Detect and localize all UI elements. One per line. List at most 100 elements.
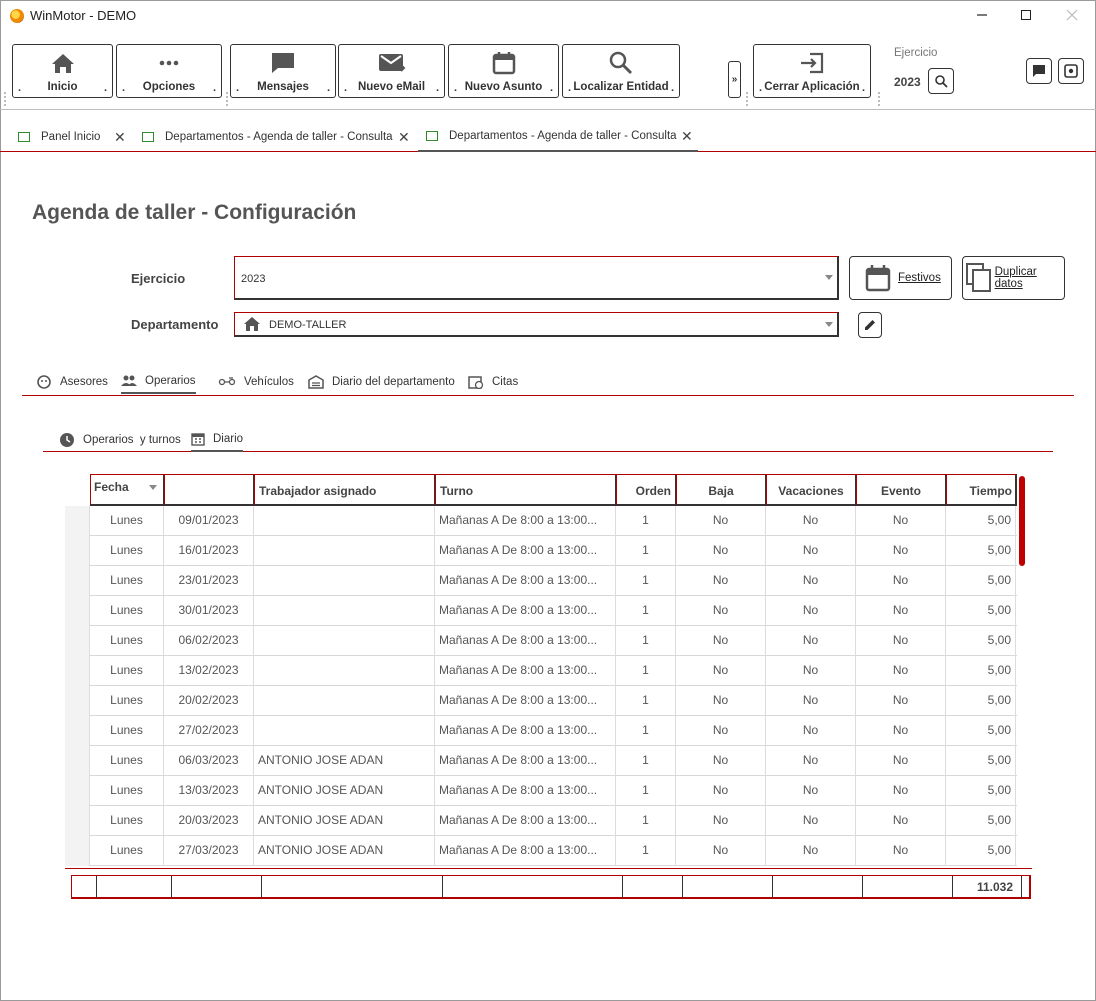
cell-evento: No <box>856 626 946 656</box>
cell-evento: No <box>856 836 946 866</box>
close-tab-icon[interactable]: ✕ <box>114 129 126 146</box>
nuevo-email-button[interactable]: Nuevo eMail .. <box>338 44 445 98</box>
column-header-fecha[interactable]: Fecha <box>90 474 165 506</box>
maximize-button[interactable] <box>1012 4 1040 26</box>
cell-fecha: 30/01/2023 <box>164 596 254 626</box>
column-header-trabajador[interactable]: Trabajador asignado <box>254 474 436 506</box>
table-row[interactable]: Lunes 06/03/2023 ANTONIO JOSE ADAN Mañanas … <box>65 746 1017 776</box>
row-selector[interactable] <box>65 566 90 596</box>
summary-cell <box>623 876 683 898</box>
tab-citas[interactable]: Citas <box>468 370 518 394</box>
localizar-entidad-button[interactable]: Localizar Entidad .. <box>562 44 680 98</box>
row-selector[interactable] <box>65 656 90 686</box>
table-row[interactable]: Lunes 20/02/2023 Mañanas A De 8:00 a 13:00… <box>65 686 1017 716</box>
table-row[interactable]: Lunes 09/01/2023 Mañanas A De 8:00 a 13:00… <box>65 506 1017 536</box>
warehouse-icon <box>308 375 324 389</box>
column-header-tiempo[interactable]: Tiempo <box>946 474 1017 506</box>
dot-mark: . <box>568 82 572 94</box>
toolbar-grip[interactable] <box>4 92 6 106</box>
cell-tiempo: 5,00 <box>946 566 1016 596</box>
grid-scrollbar[interactable] <box>1019 476 1025 566</box>
ribbon-expander-button[interactable]: » <box>728 61 741 98</box>
row-selector[interactable] <box>65 776 90 806</box>
cell-turno: Mañanas A De 8:00 a 13:00... <box>435 596 616 626</box>
car-icon <box>218 376 236 388</box>
home-icon <box>50 51 76 75</box>
mensajes-button[interactable]: Mensajes .. <box>230 44 336 98</box>
toolbar-grip[interactable] <box>226 92 228 106</box>
tab-agenda-consulta-1[interactable]: Departamentos - Agenda de taller - Consu… <box>142 122 412 152</box>
minimize-icon <box>977 14 987 16</box>
cerrar-aplicacion-button[interactable]: Cerrar Aplicación .. <box>753 44 871 98</box>
table-row[interactable]: Lunes 27/03/2023 ANTONIO JOSE ADAN Mañanas … <box>65 836 1017 866</box>
toolbar-grip[interactable] <box>746 92 748 106</box>
minimize-button[interactable] <box>968 4 996 26</box>
row-selector[interactable] <box>65 746 90 776</box>
table-row[interactable]: Lunes 13/02/2023 Mañanas A De 8:00 a 13:00… <box>65 656 1017 686</box>
opciones-button[interactable]: Opciones .. <box>116 44 222 98</box>
inicio-button[interactable]: Inicio .. <box>12 44 113 98</box>
cell-baja: No <box>676 626 766 656</box>
column-header-orden[interactable]: Orden <box>616 474 677 506</box>
row-selector[interactable] <box>65 806 90 836</box>
row-selector[interactable] <box>65 716 90 746</box>
cell-turno: Mañanas A De 8:00 a 13:00... <box>435 536 616 566</box>
cell-tiempo: 5,00 <box>946 746 1016 776</box>
festivos-button[interactable]: Festivos <box>849 256 952 300</box>
cell-evento: No <box>856 656 946 686</box>
column-header-vacaciones[interactable]: Vacaciones <box>766 474 857 506</box>
departamento-select[interactable]: DEMO-TALLER <box>234 312 839 337</box>
tab-diario[interactable]: Diario <box>191 428 244 452</box>
table-row[interactable]: Lunes 06/02/2023 Mañanas A De 8:00 a 13:00… <box>65 626 1017 656</box>
dot-mark: . <box>18 82 22 94</box>
tab-panel-inicio[interactable]: Panel Inicio ✕ <box>18 122 128 152</box>
toolbar-grip[interactable] <box>878 92 880 106</box>
table-row[interactable]: Lunes 27/02/2023 Mañanas A De 8:00 a 13:00… <box>65 716 1017 746</box>
column-header-fecha-date[interactable] <box>164 474 255 506</box>
ejercicio-label: Ejercicio <box>131 271 186 286</box>
tab-operarios[interactable]: Operarios <box>121 370 196 394</box>
ejercicio-search-button[interactable] <box>928 68 954 94</box>
cell-tiempo: 5,00 <box>946 506 1016 536</box>
pencil-icon <box>865 320 875 330</box>
close-tab-icon[interactable]: ✕ <box>681 128 693 145</box>
ejercicio-select[interactable]: 2023 <box>234 256 839 300</box>
cell-evento: No <box>856 536 946 566</box>
tab-operarios-turnos[interactable]: Operarios y turnos <box>59 428 181 452</box>
table-row[interactable]: Lunes 16/01/2023 Mañanas A De 8:00 a 13:00… <box>65 536 1017 566</box>
duplicar-datos-button[interactable]: Duplicar datos <box>962 256 1065 300</box>
table-row[interactable]: Lunes 30/01/2023 Mañanas A De 8:00 a 13:00… <box>65 596 1017 626</box>
column-header-baja[interactable]: Baja <box>676 474 767 506</box>
tab-asesores[interactable]: Asesores <box>36 370 108 394</box>
settings-button[interactable] <box>1058 58 1084 84</box>
row-selector[interactable] <box>65 506 90 536</box>
column-header-turno[interactable]: Turno <box>435 474 617 506</box>
cell-trabajador <box>254 716 435 746</box>
close-window-button[interactable] <box>1058 4 1086 26</box>
table-row[interactable]: Lunes 13/03/2023 ANTONIO JOSE ADAN Mañanas … <box>65 776 1017 806</box>
edit-departamento-button[interactable] <box>858 312 882 338</box>
column-header-evento[interactable]: Evento <box>856 474 947 506</box>
table-row[interactable]: Lunes 23/01/2023 Mañanas A De 8:00 a 13:00… <box>65 566 1017 596</box>
row-selector[interactable] <box>65 536 90 566</box>
cell-dia: Lunes <box>90 746 164 776</box>
close-tab-icon[interactable]: ✕ <box>398 129 410 146</box>
tab-diario-departamento[interactable]: Diario del departamento <box>308 370 455 394</box>
row-selector[interactable] <box>65 596 90 626</box>
row-selector[interactable] <box>65 836 90 866</box>
nuevo-asunto-button[interactable]: Nuevo Asunto .. <box>448 44 559 98</box>
table-row[interactable]: Lunes 20/03/2023 ANTONIO JOSE ADAN Mañanas … <box>65 806 1017 836</box>
cell-baja: No <box>676 506 766 536</box>
tab-agenda-consulta-2[interactable]: Departamentos - Agenda de taller - Consu… <box>418 122 698 152</box>
ejercicio-ribbon-label: Ejercicio <box>894 47 938 59</box>
header-label: Trabajador asignado <box>259 484 377 498</box>
summary-cell <box>72 876 97 898</box>
tab-vehiculos[interactable]: Vehículos <box>218 370 294 394</box>
dot-mark: . <box>861 82 865 94</box>
cell-fecha: 20/02/2023 <box>164 686 254 716</box>
cell-dia: Lunes <box>90 596 164 626</box>
row-selector[interactable] <box>65 686 90 716</box>
tab-label: Operarios y turnos <box>83 434 181 446</box>
chat-button[interactable] <box>1026 58 1052 84</box>
row-selector[interactable] <box>65 626 90 656</box>
